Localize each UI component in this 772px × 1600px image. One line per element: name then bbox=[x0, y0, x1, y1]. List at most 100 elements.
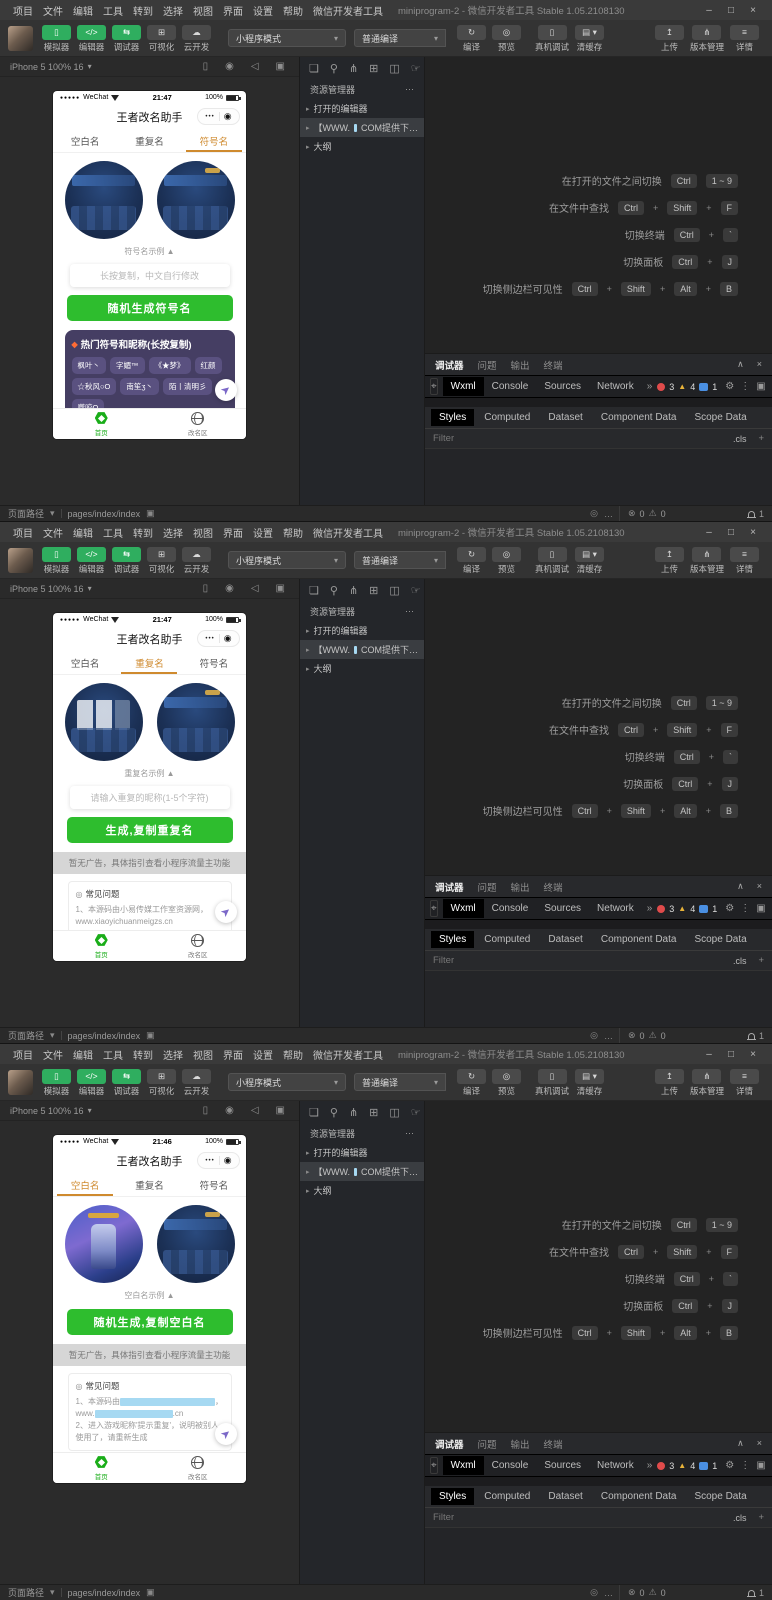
menu-item[interactable]: 转到 bbox=[128, 525, 158, 540]
dock-side-icon[interactable]: ▣ bbox=[756, 381, 765, 392]
phone-tab-2[interactable]: 符号名 bbox=[182, 1174, 246, 1196]
files-icon[interactable]: ❏ bbox=[309, 1106, 319, 1119]
maximize-button[interactable]: □ bbox=[720, 1049, 742, 1060]
error-count[interactable]: 3 bbox=[669, 1461, 674, 1471]
compile-button[interactable]: ↻ 编译 bbox=[457, 1068, 486, 1096]
cls-toggle[interactable]: .cls bbox=[733, 434, 747, 444]
styles-tab-2[interactable]: Dataset bbox=[540, 1488, 590, 1505]
search-icon[interactable]: ⚲ bbox=[330, 62, 338, 75]
close-capsule-icon[interactable]: ◉ bbox=[224, 111, 232, 122]
error-count[interactable]: 0 bbox=[640, 1588, 645, 1598]
menu-item[interactable]: 转到 bbox=[128, 1047, 158, 1062]
phone-tab-0[interactable]: 空白名 bbox=[53, 652, 117, 674]
inspect-element-icon[interactable]: ⌖ bbox=[430, 900, 438, 917]
devtools-tab-console[interactable]: Console bbox=[484, 1456, 537, 1475]
styles-tab-0[interactable]: Styles bbox=[431, 931, 475, 948]
close-button[interactable]: × bbox=[742, 5, 764, 16]
version-manage-button[interactable]: ⋔ 版本管理 bbox=[690, 1068, 724, 1096]
error-count[interactable]: 0 bbox=[640, 1031, 645, 1041]
menu-item[interactable]: 选择 bbox=[158, 3, 188, 18]
menu-item[interactable]: 帮助 bbox=[278, 525, 308, 540]
more-icon[interactable]: … bbox=[604, 509, 613, 519]
menu-item[interactable]: 项目 bbox=[8, 1047, 38, 1062]
sound-icon[interactable]: ◁ bbox=[251, 583, 259, 594]
tree-item[interactable]: ▸ 大纲 bbox=[300, 659, 424, 678]
avatar[interactable] bbox=[8, 1069, 33, 1095]
menu-item[interactable]: 界面 bbox=[218, 3, 248, 18]
clear-cache-button[interactable]: ▤ ▾ 清缓存 bbox=[575, 546, 605, 574]
nickname-input[interactable]: 请输入重复的昵称(1-5个字符) bbox=[69, 786, 230, 809]
close-panel-icon[interactable]: × bbox=[757, 359, 762, 370]
symbol-chip[interactable]: 南笙ʒ丶 bbox=[120, 378, 159, 395]
panel-tab-2[interactable]: 输出 bbox=[511, 880, 530, 894]
menu-item[interactable]: 文件 bbox=[38, 1047, 68, 1062]
pointer-icon[interactable]: ☞ bbox=[411, 62, 421, 75]
nickname-input[interactable]: 长按复制，中文自行修改 bbox=[69, 264, 230, 287]
styles-tab-1[interactable]: Computed bbox=[476, 931, 538, 948]
devtools-tab-network[interactable]: Network bbox=[589, 377, 642, 396]
page-path-value[interactable]: pages/index/index bbox=[68, 1031, 141, 1041]
menu-item[interactable]: 项目 bbox=[8, 525, 38, 540]
add-style-icon[interactable]: + bbox=[758, 955, 764, 966]
record-icon[interactable]: ◉ bbox=[225, 1105, 234, 1116]
details-button[interactable]: ≡ 详情 bbox=[730, 24, 759, 52]
avatar[interactable] bbox=[8, 25, 33, 51]
phone-tab-2[interactable]: 符号名 bbox=[182, 130, 246, 152]
record-icon[interactable]: ◉ bbox=[225, 61, 234, 72]
symbol-chip[interactable]: 噬咬O bbox=[71, 399, 105, 408]
menu-item[interactable]: 帮助 bbox=[278, 1047, 308, 1062]
cls-toggle[interactable]: .cls bbox=[733, 1513, 747, 1523]
contact-fab[interactable]: ➤ bbox=[215, 901, 237, 923]
menu-item[interactable]: 界面 bbox=[218, 525, 248, 540]
compile-button[interactable]: ↻ 编译 bbox=[457, 546, 486, 574]
debugger-button[interactable]: ⇆ 调试器 bbox=[112, 24, 141, 52]
wechat-capsule[interactable]: ••• ◉ bbox=[197, 630, 240, 647]
visualization-button[interactable]: ⊞ 可视化 bbox=[147, 24, 176, 52]
notification-count[interactable]: 1 bbox=[759, 509, 764, 519]
kebab-menu-icon[interactable]: ⋮ bbox=[740, 381, 750, 392]
devtools-tab-console[interactable]: Console bbox=[484, 899, 537, 918]
close-button[interactable]: × bbox=[742, 527, 764, 538]
dock-side-icon[interactable]: ▣ bbox=[756, 903, 765, 914]
phone-tab-1[interactable]: 重复名 bbox=[117, 652, 181, 674]
warning-count[interactable]: 0 bbox=[661, 1031, 666, 1041]
filter-input[interactable]: Filter bbox=[433, 955, 454, 966]
styles-tab-2[interactable]: Dataset bbox=[540, 931, 590, 948]
kebab-menu-icon[interactable]: ⋮ bbox=[740, 903, 750, 914]
visualization-button[interactable]: ⊞ 可视化 bbox=[147, 1068, 176, 1096]
menu-item[interactable]: 工具 bbox=[98, 525, 128, 540]
editor-layout-icon[interactable]: ◫ bbox=[389, 584, 399, 597]
overflow-icon[interactable]: » bbox=[642, 381, 658, 392]
dock-side-icon[interactable]: ▣ bbox=[756, 1460, 765, 1471]
bell-icon[interactable] bbox=[746, 1032, 756, 1040]
symbol-chip[interactable]: ☆秋风○O bbox=[71, 378, 117, 395]
device-icon[interactable]: ▯ bbox=[203, 61, 209, 72]
sound-icon[interactable]: ◁ bbox=[251, 1105, 259, 1116]
tabbar-item-home[interactable]: 首页 bbox=[53, 409, 150, 439]
notification-count[interactable]: 1 bbox=[759, 1588, 764, 1598]
extensions-icon[interactable]: ⊞ bbox=[369, 584, 378, 597]
tree-item[interactable]: ▸ 大纲 bbox=[300, 137, 424, 156]
close-capsule-icon[interactable]: ◉ bbox=[224, 1155, 232, 1166]
screenshot-icon[interactable]: ▣ bbox=[276, 1105, 285, 1116]
more-icon[interactable]: ••• bbox=[205, 1158, 214, 1164]
menu-item[interactable]: 转到 bbox=[128, 3, 158, 18]
avatar[interactable] bbox=[8, 547, 33, 573]
menu-item[interactable]: 编辑 bbox=[68, 525, 98, 540]
pointer-icon[interactable]: ☞ bbox=[411, 584, 421, 597]
editor-button[interactable]: </> 编辑器 bbox=[77, 546, 106, 574]
files-icon[interactable]: ❏ bbox=[309, 584, 319, 597]
device-icon[interactable]: ▯ bbox=[203, 1105, 209, 1116]
panel-tab-3[interactable]: 终端 bbox=[544, 1437, 563, 1451]
compile-select[interactable]: 普通编译 ▾ bbox=[354, 1073, 446, 1091]
generate-button[interactable]: 随机生成符号名 bbox=[66, 295, 233, 321]
menu-item[interactable]: 工具 bbox=[98, 3, 128, 18]
clear-cache-button[interactable]: ▤ ▾ 清缓存 bbox=[575, 24, 605, 52]
add-style-icon[interactable]: + bbox=[758, 1512, 764, 1523]
upload-button[interactable]: ↥ 上传 bbox=[654, 546, 684, 574]
styles-tab-4[interactable]: Scope Data bbox=[686, 931, 754, 948]
bell-icon[interactable] bbox=[746, 1589, 756, 1597]
contact-fab[interactable]: ➤ bbox=[215, 1423, 237, 1445]
editor-layout-icon[interactable]: ◫ bbox=[389, 62, 399, 75]
overflow-icon[interactable]: » bbox=[642, 1460, 658, 1471]
